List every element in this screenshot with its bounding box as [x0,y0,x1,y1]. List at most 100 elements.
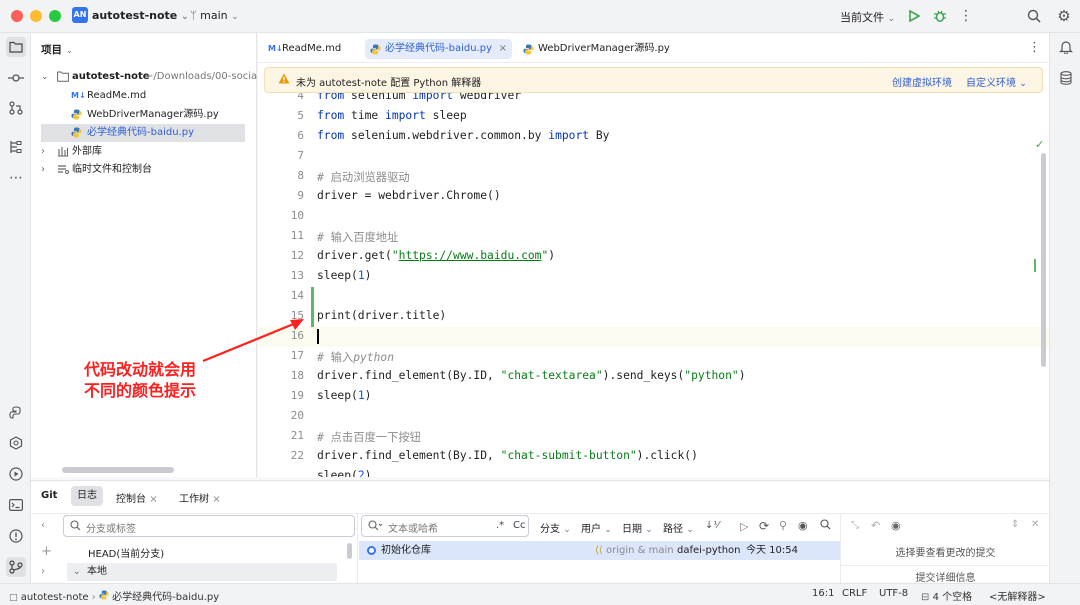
text-filter-placeholder: 文本或哈希 [388,524,438,535]
filter-date[interactable]: 日期 ⌄ [622,520,653,535]
tree-scratches[interactable]: › 临时文件和控制台 [31,161,257,179]
view-options-icon[interactable]: ◉ [798,519,808,532]
run-icon[interactable] [905,7,923,25]
collapse-icon[interactable]: ✕ [1031,519,1039,530]
project-panel-header[interactable]: 项目 ⌄ [41,42,73,57]
tree-external-libs[interactable]: › 外部库 [31,143,257,161]
structure-icon[interactable] [6,137,26,157]
git-tool-icon[interactable] [6,557,26,577]
preview-eye-icon[interactable]: ◉ [891,519,901,532]
terminal-icon[interactable] [6,495,26,515]
text-cursor [317,329,319,344]
settings-gear-icon[interactable]: ⚙ [1055,7,1073,25]
tree-file-baidu[interactable]: 必学经典代码-baidu.py [41,124,245,142]
filter-path[interactable]: 路径 ⌄ [663,520,694,535]
library-icon [57,146,69,161]
code-line-17: # 输入python [317,351,395,364]
tree-file-webdrivermanager[interactable]: WebDriverManager源码.py [31,106,257,124]
branch-graph-icon[interactable]: ⚲ [779,519,787,532]
services-icon[interactable] [6,433,26,453]
inspection-ok-icon[interactable]: ✓ [1035,138,1044,151]
folder-icon: □ [9,593,18,603]
chevron-down-icon: ⌄ [231,12,239,22]
revert-icon[interactable]: ↶ [871,519,880,532]
line-separator[interactable]: CRLF [842,588,867,599]
chevron-down-icon: ⌄ [181,12,189,22]
change-marker [311,287,314,327]
tab-log[interactable]: 日志 [71,486,103,506]
file-encoding[interactable]: UTF-8 [879,588,908,599]
project-badge[interactable]: AN [72,7,88,23]
search-icon[interactable] [1025,7,1043,25]
python-console-icon[interactable] [6,403,26,423]
refresh-icon[interactable]: ⟳ [759,519,769,533]
vertical-scrollbar[interactable] [1041,153,1046,367]
horizontal-scrollbar[interactable] [62,467,174,473]
close-tab-icon[interactable]: × [499,39,507,59]
interpreter-selector[interactable]: <无解释器> [989,588,1046,603]
breadcrumb-file[interactable]: 必学经典代码-baidu.py [112,592,219,603]
tab-options-icon[interactable]: ⋮ [1028,40,1041,55]
close-tab-icon[interactable]: × [212,494,220,505]
search-icon[interactable] [820,519,831,533]
tree-root[interactable]: ⌄ autotest-note ~/Downloads/00-social [31,68,257,86]
tree-file-readme[interactable]: M↓ ReadMe.md [31,87,257,105]
code-area[interactable]: ✓ 4 5 6 7 8 9 10 11 12 13 14 15 16 17 18 19 20 21 22 from … [258,93,1049,477]
indent-setting[interactable]: ⊟ 4 个空格 [921,588,972,603]
line-number: 19 [290,389,304,402]
branch-switcher[interactable]: ᛘ main ⌄ [190,9,239,22]
tab-console[interactable]: 控制台 × [116,490,158,505]
tab-worktree[interactable]: 工作树 × [179,490,221,505]
breadcrumb-project[interactable]: autotest-note [21,592,89,603]
collapse-icon[interactable]: ‹ [41,520,45,531]
tab-label: WebDriverManager源码.py [538,43,670,54]
file-label: 必学经典代码-baidu.py [87,127,194,138]
line-number: 13 [290,269,304,282]
minimize-window-button[interactable] [30,10,42,22]
more-actions-icon[interactable]: ⋮ [957,7,975,25]
add-icon[interactable]: + [41,544,52,559]
code-line-6: from selenium.webdriver.common.by import… [317,129,610,142]
branches-scrollbar[interactable] [347,543,352,559]
git-panel: Git 日志 控制台 × 工作树 × ‹ + › 分支或标签 HEAD(当前分支… [31,480,1050,584]
notifications-bell-icon[interactable] [1056,37,1076,57]
annotation-line-2: 不同的颜色提示 [84,381,197,400]
sort-icon[interactable]: ↓⅟ [705,520,719,531]
pull-requests-icon[interactable] [6,98,26,118]
run-tool-icon[interactable] [6,464,26,484]
branch-filter-input[interactable]: 分支或标签 [63,515,355,537]
filter-user[interactable]: 用户 ⌄ [581,520,612,535]
tab-webdrivermanager[interactable]: WebDriverManager源码.py [518,39,676,59]
cherry-pick-icon[interactable]: ▷ [740,520,748,533]
match-case-toggle[interactable]: Cc [513,520,525,531]
project-switcher[interactable]: autotest-note ⌄ [92,9,189,22]
more-tools-icon[interactable]: ⋯ [6,168,26,188]
expand-icon[interactable]: ⇕ [1011,519,1019,530]
regex-toggle[interactable]: .* [496,520,504,531]
branch-head[interactable]: HEAD(当前分支) [88,545,164,560]
close-tab-icon[interactable]: × [149,494,157,505]
branch-local[interactable]: ⌄ 本地 [67,563,337,581]
tab-baidu[interactable]: 必学经典代码-baidu.py × [365,39,512,59]
line-number: 21 [290,429,304,442]
custom-env-link[interactable]: 自定义环境 ⌄ [966,74,1027,89]
debug-icon[interactable] [931,7,949,25]
project-folder-icon[interactable] [6,37,26,57]
python-file-icon [99,590,109,603]
caret-position[interactable]: 16:1 [812,588,834,599]
filter-branch[interactable]: 分支 ⌄ [540,520,571,535]
commit-date: 今天 10:54 [746,545,798,556]
zoom-window-button[interactable] [49,10,61,22]
tab-readme[interactable]: M↓ ReadMe.md [262,39,347,59]
problems-icon[interactable] [6,526,26,546]
expand-all-icon[interactable]: ⤡ [851,520,859,531]
database-icon[interactable] [1056,68,1076,88]
commit-icon[interactable] [6,68,26,88]
run-config-selector[interactable]: 当前文件 ⌄ [840,9,895,25]
text-filter-input[interactable]: 文本或哈希 .* Cc [361,515,529,537]
commit-row[interactable]: 初始化仓库 ⟨⟨ origin & main dafei-python 今天 1… [359,541,841,560]
close-window-button[interactable] [11,10,23,22]
chevron-right-icon: › [41,164,45,175]
expand-icon[interactable]: › [41,566,45,577]
create-venv-link[interactable]: 创建虚拟环境 [892,74,952,89]
